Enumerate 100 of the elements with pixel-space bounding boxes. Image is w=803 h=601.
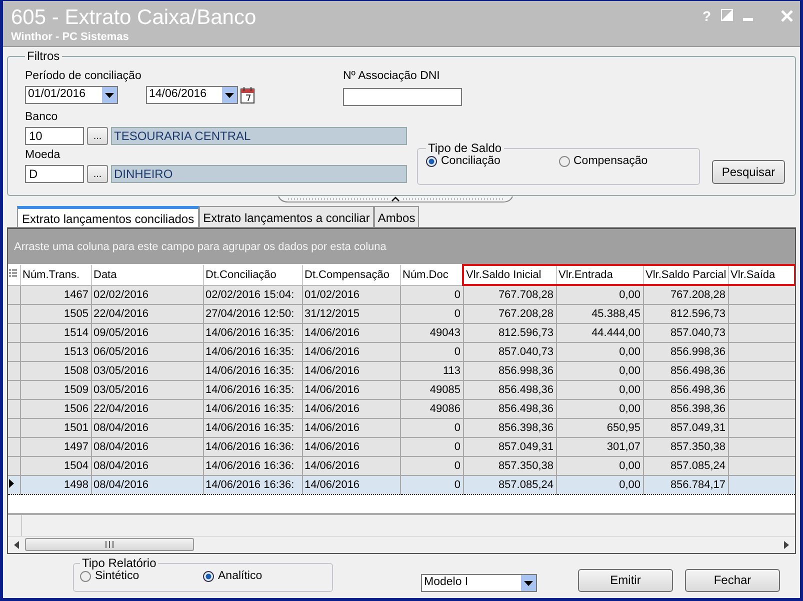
table-cell: 45.388,45 (556, 304, 643, 324)
table-cell: 14/06/2016 16:35: (203, 324, 302, 342)
table-cell: 01/02/2016 (302, 285, 400, 304)
table-cell: 49086 (400, 400, 463, 418)
window-title: 605 - Extrato Caixa/Banco (11, 5, 256, 31)
radio-option[interactable]: Analítico (203, 570, 326, 582)
table-cell: 02/02/2016 (91, 285, 203, 304)
dni-field[interactable] (343, 88, 462, 106)
table-cell: 14/06/2016 16:35: (203, 400, 302, 418)
column-header[interactable]: Vlr.Entrada (556, 265, 643, 285)
table-cell: 14/06/2016 (302, 418, 400, 438)
action-button[interactable]: Fechar (685, 568, 780, 592)
table-cell: 22/04/2016 (91, 304, 203, 324)
table-cell: 1501 (20, 418, 91, 438)
table-cell: 31/12/2015 (302, 304, 400, 324)
column-header[interactable]: Vlr.Saldo Inicial (463, 265, 556, 285)
table-cell (728, 380, 795, 400)
radio-option[interactable]: Conciliação (426, 155, 558, 167)
table-cell: 0,00 (556, 456, 643, 476)
table-cell: 0,00 (556, 342, 643, 362)
tab[interactable]: Ambos (374, 206, 420, 227)
column-header[interactable]: Data (91, 265, 203, 285)
table-cell: 1497 (20, 438, 91, 456)
moeda-name-field: DINHEIRO (111, 165, 407, 183)
model-dropdown[interactable]: Modelo I (421, 574, 537, 592)
lookup-button[interactable]: ... (87, 165, 108, 183)
radio-option[interactable]: Compensação (558, 155, 691, 167)
table-cell: 857.049,31 (643, 418, 728, 438)
column-header[interactable]: Dt.Compensação (302, 265, 400, 285)
table-cell: 14/06/2016 (302, 476, 400, 494)
column-chooser-icon[interactable] (9, 268, 17, 278)
table-cell: 856.784,17 (643, 476, 728, 494)
date-from-field[interactable]: 01/01/2016 (25, 86, 118, 104)
column-header[interactable]: Vlr.Saldo Parcial (643, 265, 728, 285)
banco-label: Banco (25, 111, 59, 123)
table-cell: 08/04/2016 (91, 438, 203, 456)
table-cell: 650,95 (556, 418, 643, 438)
table-cell: 08/04/2016 (91, 456, 203, 476)
table-cell: 14/06/2016 (302, 362, 400, 380)
table-cell: 0 (400, 476, 463, 494)
table-cell: 14/06/2016 16:35: (203, 342, 302, 362)
table-cell: 857.350,38 (463, 456, 556, 476)
table-cell: 14/06/2016 16:36: (203, 438, 302, 456)
table-cell: 856.498,36 (643, 362, 728, 380)
search-button[interactable]: Pesquisar (712, 160, 785, 184)
table-cell: 14/06/2016 (302, 456, 400, 476)
horizontal-scrollbar[interactable] (8, 536, 795, 553)
column-header[interactable]: Núm.Trans. (20, 265, 91, 285)
tab[interactable]: Extrato lançamentos a conciliar (199, 206, 374, 227)
lookup-button[interactable]: ... (87, 127, 108, 145)
moeda-label: Moeda (25, 149, 62, 161)
table-cell: 856.498,36 (643, 380, 728, 400)
table-cell: 14/06/2016 (302, 438, 400, 456)
table-cell: 812.596,73 (463, 324, 556, 342)
dni-label: Nº Associação DNI (343, 70, 441, 82)
table-cell: 1467 (20, 285, 91, 304)
radio-option[interactable]: Sintético (80, 570, 203, 582)
table-cell: 14/06/2016 16:35: (203, 380, 302, 400)
table-cell: 767.208,28 (643, 285, 728, 304)
tab[interactable]: Extrato lançamentos conciliados (17, 206, 200, 227)
column-header[interactable]: Dt.Conciliação (203, 265, 302, 285)
table-cell (728, 342, 795, 362)
banco-code-field[interactable]: 10 (25, 127, 84, 145)
table-cell: 0,00 (556, 380, 643, 400)
table-cell: 1513 (20, 342, 91, 362)
column-header[interactable]: Núm.Doc (400, 265, 463, 285)
table-cell: 14/06/2016 (302, 400, 400, 418)
table-cell: 14/06/2016 (302, 342, 400, 362)
table-cell: 0,00 (556, 400, 643, 418)
date-to-field[interactable]: 14/06/2016 (146, 86, 238, 104)
grip-icon[interactable] (105, 541, 114, 548)
table-cell: 1514 (20, 324, 91, 342)
table-cell: 49043 (400, 324, 463, 342)
table-cell: 14/06/2016 16:35: (203, 362, 302, 380)
action-button[interactable]: Emitir (578, 568, 673, 592)
table-cell: 0 (400, 418, 463, 438)
table-cell: 0 (400, 285, 463, 304)
table-cell: 301,07 (556, 438, 643, 456)
table-cell: 49085 (400, 380, 463, 400)
table-cell (728, 438, 795, 456)
table-cell: 857.085,24 (463, 476, 556, 494)
table-cell: 113 (400, 362, 463, 380)
moeda-code-field[interactable]: D (25, 165, 84, 183)
table-cell: 857.085,24 (643, 456, 728, 476)
period-label: Período de conciliação (25, 70, 142, 82)
table-cell: 1505 (20, 304, 91, 324)
calendar-icon[interactable] (240, 86, 255, 104)
scroll-right-icon[interactable] (784, 541, 789, 549)
table-cell: 0,00 (556, 362, 643, 380)
table-cell: 857.040,73 (643, 324, 728, 342)
table-cell (728, 324, 795, 342)
table-cell: 857.040,73 (463, 342, 556, 362)
table-cell: 08/04/2016 (91, 476, 203, 494)
window-subtitle: Winthor - PC Sistemas (11, 31, 130, 43)
table-cell: 03/05/2016 (91, 380, 203, 400)
table-cell: 856.498,36 (463, 400, 556, 418)
column-header[interactable]: Vlr.Saída (728, 265, 795, 285)
table-cell: 0 (400, 304, 463, 324)
table-cell: 06/05/2016 (91, 342, 203, 362)
scroll-left-icon[interactable] (14, 541, 19, 549)
